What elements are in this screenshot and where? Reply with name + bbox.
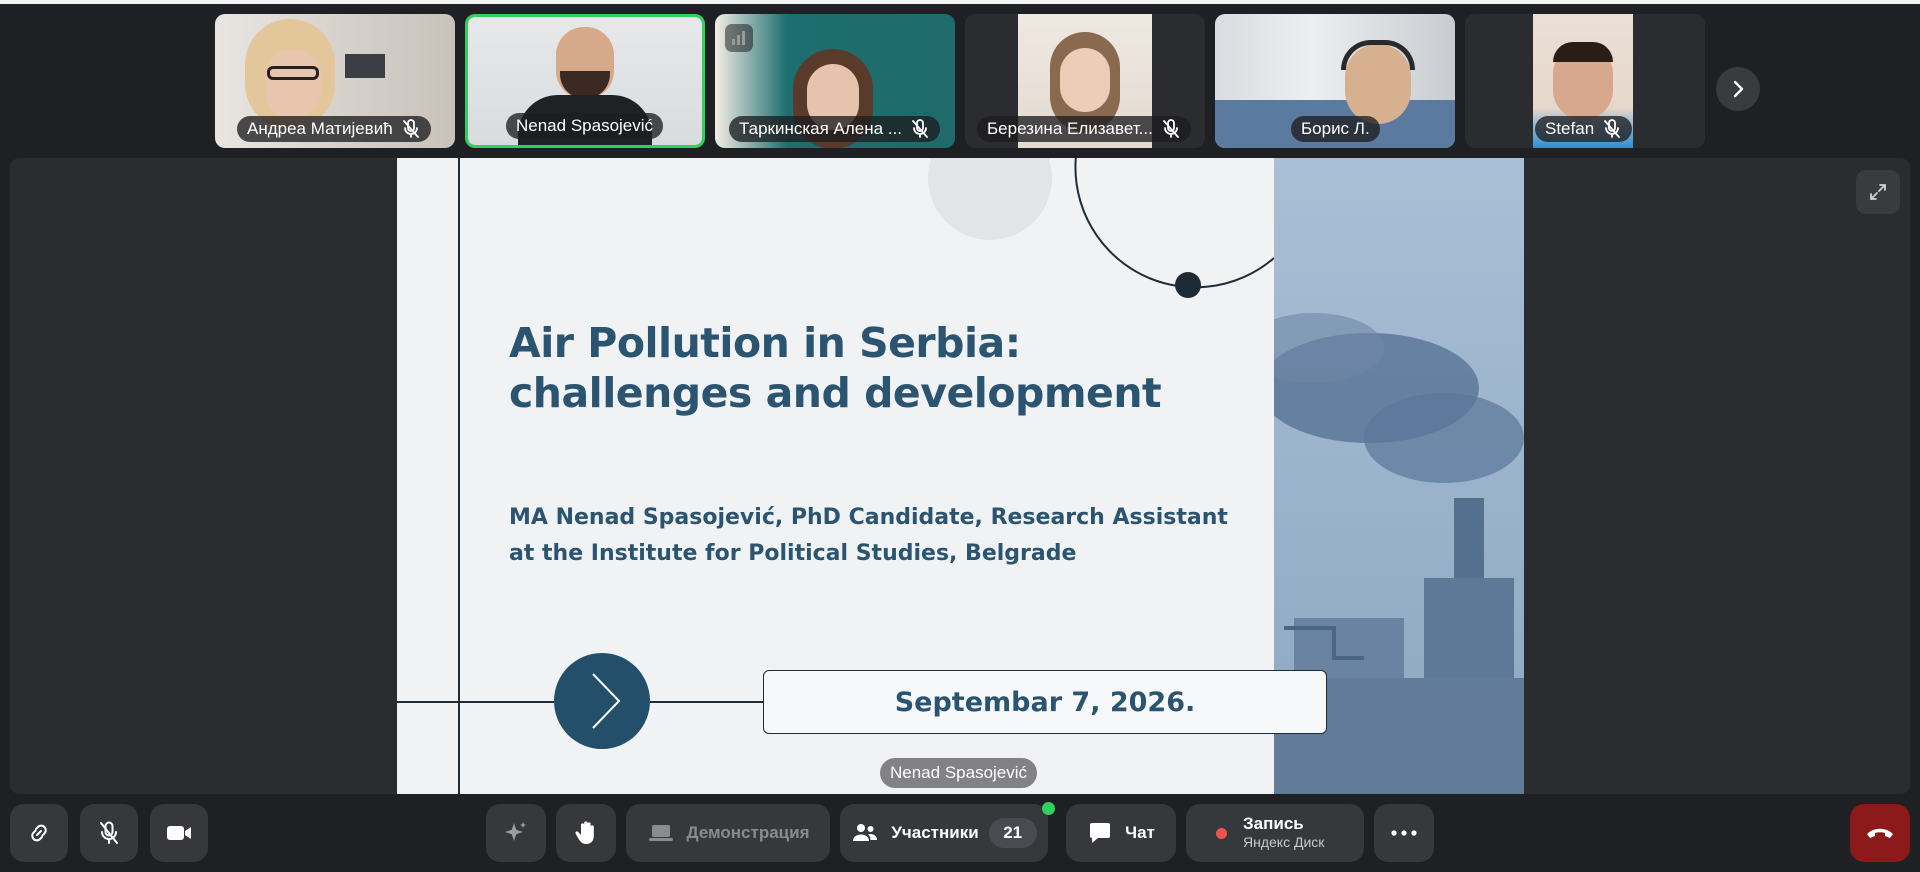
record-dot-icon [1216,827,1227,839]
participant-name: Nenad Spasojević [516,116,654,135]
chat-label: Чат [1125,823,1155,842]
name-tag: Nenad Spasojević [506,113,664,139]
hand-icon [575,821,594,844]
participant-tile[interactable]: Березина Елизавет... [965,14,1205,148]
participant-tile[interactable]: Борис Л. [1215,14,1455,148]
sparkle-icon [505,822,526,841]
name-tag: Андреа Матијевић [237,116,431,142]
slide-date: Septembar 7, 2026. [763,670,1327,734]
effects-button[interactable] [486,804,546,862]
mic-off-icon [100,821,118,844]
camera-icon [167,826,191,840]
chevron-right-icon [1733,80,1744,98]
signal-icon [725,24,753,52]
participants-count-badge: 21 [988,818,1037,848]
next-participants-button[interactable] [1716,67,1760,111]
slide-title-line-1: Air Pollution in Serbia: [509,319,1021,367]
name-tag: Таркинская Алена ... [729,116,940,142]
presentation-slide: Air Pollution in Serbia: challenges and … [397,158,1524,794]
participant-tile[interactable]: Stefan [1465,14,1705,148]
mic-off-icon [1162,119,1179,138]
fullscreen-button[interactable] [1856,170,1900,214]
laptop-icon [648,825,673,841]
slide-author-line-1: MA Nenad Spasojević, PhD Candidate, Rese… [509,505,1228,530]
slide-author-line-2: at the Institute for Political Studies, … [509,541,1077,566]
record-destination: Яндекс Диск [1243,834,1325,850]
name-tag: Борис Л. [1291,116,1380,142]
arrow-circle [554,653,650,749]
record-button[interactable]: Запись Яндекс Диск [1186,804,1364,862]
participant-name: Березина Елизавет... [987,119,1153,138]
chat-button[interactable]: Чат [1066,804,1176,862]
people-icon [853,824,878,841]
screen-share-label: Демонстрация [686,823,810,842]
chat-icon [1090,823,1111,843]
participant-name: Андреа Матијевић [247,119,393,138]
mic-off-icon [1604,119,1621,138]
camera-toggle-button[interactable] [150,804,208,862]
raise-hand-button[interactable] [556,804,616,862]
top-edge [0,0,1920,4]
name-tag: Березина Елизавет... [977,116,1191,142]
participant-tile-active[interactable]: Nenad Spasojević [465,14,705,148]
activity-indicator [1042,802,1055,815]
end-call-button[interactable] [1850,804,1910,862]
expand-icon [1870,184,1886,200]
participants-button[interactable]: Участники 21 [840,804,1048,862]
mic-off-icon [402,119,419,138]
mic-off-icon [912,119,928,138]
participants-label: Участники [891,823,979,842]
participant-tile[interactable]: Таркинская Алена ... [715,14,955,148]
slide-author: MA Nenad Spasojević, PhD Candidate, Rese… [509,500,1229,572]
participant-name: Борис Л. [1301,119,1370,138]
link-icon [31,824,47,842]
microphone-toggle-button[interactable] [80,804,138,862]
record-label: Запись [1243,814,1304,833]
copy-link-button[interactable] [10,804,68,862]
more-horizontal-icon [1391,830,1417,836]
screen-share-button[interactable]: Демонстрация [626,804,830,862]
slide-title-line-2: challenges and development [509,369,1162,417]
hang-up-icon [1867,828,1893,838]
participant-name: Таркинская Алена ... [739,119,902,138]
participant-name: Stefan [1545,119,1595,138]
participant-tile[interactable]: Андреа Матијевић [215,14,455,148]
slide-title: Air Pollution in Serbia: challenges and … [509,318,1229,418]
name-tag: Stefan [1535,116,1633,142]
presenter-name-tag: Nenad Spasojević [880,758,1038,788]
more-options-button[interactable] [1374,804,1434,862]
